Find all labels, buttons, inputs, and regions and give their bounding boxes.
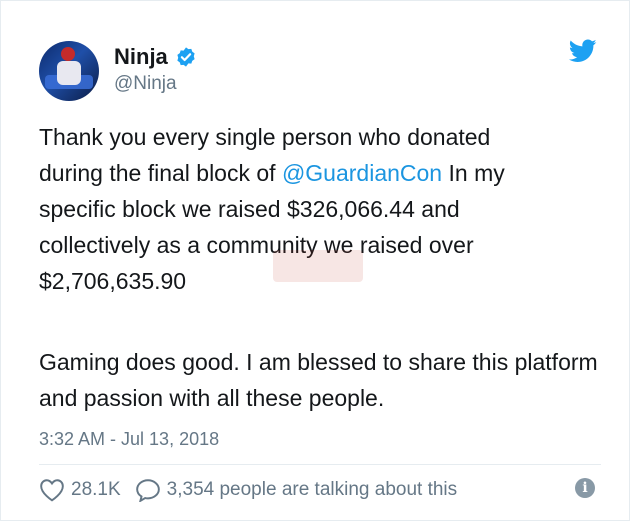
author-name-row: Ninja <box>114 44 197 70</box>
watermark-logo <box>273 250 363 282</box>
comment-bubble-icon <box>135 479 160 502</box>
like-button[interactable]: 28.1K <box>39 478 121 502</box>
avatar-shape <box>57 61 81 85</box>
tweet-actions: 28.1K 3,354 people are talking about thi… <box>39 473 471 507</box>
divider <box>39 464 601 465</box>
heart-icon <box>40 479 64 502</box>
tweet-timestamp[interactable]: 3:32 AM - Jul 13, 2018 <box>39 429 219 450</box>
like-count: 28.1K <box>71 479 121 500</box>
tweet-body-paragraph-2: Gaming does good. I am blessed to share … <box>39 349 598 411</box>
twitter-bird-icon[interactable] <box>569 39 597 63</box>
avatar[interactable] <box>39 41 99 101</box>
tweet-card: Ninja @Ninja Thank you every single pers… <box>0 0 630 521</box>
info-icon[interactable]: i <box>575 478 595 498</box>
talking-count: 3,354 people are talking about this <box>166 479 458 500</box>
author-display-name[interactable]: Ninja <box>114 44 168 70</box>
talking-link[interactable]: 3,354 people are talking about this <box>135 478 458 502</box>
mention-link[interactable]: @GuardianCon <box>282 160 442 186</box>
author-handle[interactable]: @Ninja <box>114 73 177 95</box>
verified-badge-icon <box>177 47 195 67</box>
avatar-shape <box>61 47 75 61</box>
